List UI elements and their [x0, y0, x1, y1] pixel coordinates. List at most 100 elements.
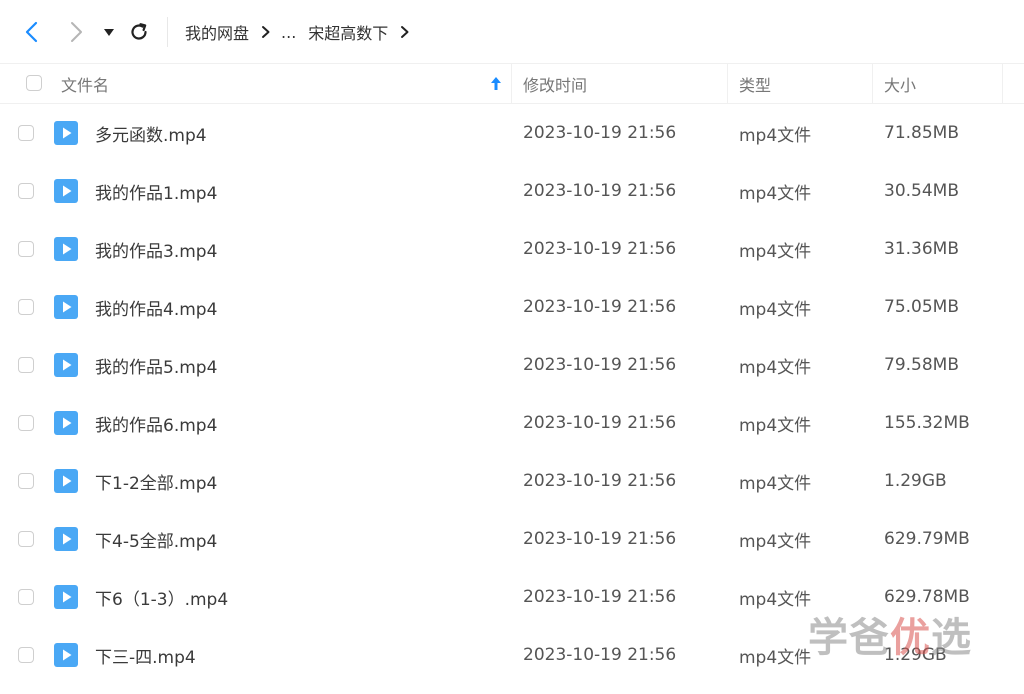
video-file-icon: [54, 179, 78, 203]
file-size: 31.36MB: [884, 239, 959, 259]
file-size: 75.05MB: [884, 297, 959, 317]
table-row[interactable]: 下4-5全部.mp4 2023-10-19 21:56 mp4文件 629.79MB: [0, 510, 1024, 568]
video-file-icon: [54, 585, 78, 609]
video-file-icon: [54, 411, 78, 435]
file-size: 79.58MB: [884, 355, 959, 375]
file-modified-time: 2023-10-19 21:56: [523, 529, 677, 549]
file-name[interactable]: 下4-5全部.mp4: [95, 510, 495, 568]
table-header: 文件名 修改时间 类型 大小: [0, 64, 1024, 104]
file-type: mp4文件: [739, 125, 812, 146]
file-size: 71.85MB: [884, 123, 959, 143]
file-modified-time: 2023-10-19 21:56: [523, 239, 677, 259]
video-file-icon: [54, 237, 78, 261]
table-row[interactable]: 我的作品1.mp4 2023-10-19 21:56 mp4文件 30.54MB: [0, 162, 1024, 220]
file-size: 1.29GB: [884, 645, 947, 665]
column-header-modified-label: 修改时间: [523, 76, 588, 95]
file-modified-time: 2023-10-19 21:56: [523, 181, 677, 201]
column-header-modified[interactable]: 修改时间: [523, 64, 723, 104]
breadcrumb-current[interactable]: 宋超高数下: [308, 20, 388, 44]
table-row[interactable]: 下1-2全部.mp4 2023-10-19 21:56 mp4文件 1.29GB: [0, 452, 1024, 510]
forward-button[interactable]: [64, 20, 88, 44]
file-name[interactable]: 我的作品5.mp4: [95, 336, 495, 394]
sort-ascending-icon[interactable]: [490, 76, 502, 92]
history-dropdown-button[interactable]: [102, 26, 116, 40]
column-header-size[interactable]: 大小: [884, 64, 994, 104]
file-name[interactable]: 我的作品6.mp4: [95, 394, 495, 452]
column-header-name-label: 文件名: [61, 76, 110, 95]
file-name[interactable]: 下1-2全部.mp4: [95, 452, 495, 510]
file-type: mp4文件: [739, 589, 812, 610]
row-checkbox[interactable]: [18, 589, 34, 605]
file-type: mp4文件: [739, 415, 812, 436]
file-type: mp4文件: [739, 357, 812, 378]
file-size: 629.78MB: [884, 587, 970, 607]
column-header-name[interactable]: 文件名: [61, 64, 501, 104]
video-file-icon: [54, 643, 78, 667]
breadcrumb-separator-icon: [400, 25, 410, 39]
column-header-size-label: 大小: [884, 76, 917, 95]
navigation-bar: 我的网盘 ... 宋超高数下: [0, 0, 1024, 64]
file-size: 155.32MB: [884, 413, 970, 433]
file-type: mp4文件: [739, 473, 812, 494]
table-row[interactable]: 多元函数.mp4 2023-10-19 21:56 mp4文件 71.85MB: [0, 104, 1024, 162]
video-file-icon: [54, 353, 78, 377]
file-type: mp4文件: [739, 241, 812, 262]
breadcrumb-root[interactable]: 我的网盘: [185, 20, 249, 44]
video-file-icon: [54, 295, 78, 319]
column-header-type[interactable]: 类型: [739, 64, 869, 104]
file-type: mp4文件: [739, 299, 812, 320]
table-row[interactable]: 我的作品3.mp4 2023-10-19 21:56 mp4文件 31.36MB: [0, 220, 1024, 278]
select-all-checkbox[interactable]: [26, 75, 42, 91]
file-type: mp4文件: [739, 183, 812, 204]
file-modified-time: 2023-10-19 21:56: [523, 413, 677, 433]
file-modified-time: 2023-10-19 21:56: [523, 587, 677, 607]
file-modified-time: 2023-10-19 21:56: [523, 123, 677, 143]
file-name[interactable]: 下6（1-3）.mp4: [95, 568, 495, 626]
row-checkbox[interactable]: [18, 125, 34, 141]
file-modified-time: 2023-10-19 21:56: [523, 297, 677, 317]
refresh-icon: [131, 23, 147, 40]
row-checkbox[interactable]: [18, 357, 34, 373]
table-row[interactable]: 下三-四.mp4 2023-10-19 21:56 mp4文件 1.29GB: [0, 626, 1024, 684]
column-divider: [511, 64, 512, 104]
breadcrumb-separator-icon: [261, 25, 271, 39]
column-divider: [872, 64, 873, 104]
nav-divider: [167, 17, 168, 47]
column-header-type-label: 类型: [739, 76, 772, 95]
file-name[interactable]: 我的作品3.mp4: [95, 220, 495, 278]
file-name[interactable]: 我的作品1.mp4: [95, 162, 495, 220]
video-file-icon: [54, 469, 78, 493]
file-size: 30.54MB: [884, 181, 959, 201]
table-row[interactable]: 下6（1-3）.mp4 2023-10-19 21:56 mp4文件 629.78MB: [0, 568, 1024, 626]
file-name[interactable]: 我的作品4.mp4: [95, 278, 495, 336]
file-modified-time: 2023-10-19 21:56: [523, 355, 677, 375]
row-checkbox[interactable]: [18, 647, 34, 663]
caret-down-icon: [104, 29, 114, 36]
table-row[interactable]: 我的作品6.mp4 2023-10-19 21:56 mp4文件 155.32MB: [0, 394, 1024, 452]
column-divider: [727, 64, 728, 104]
file-name[interactable]: 下三-四.mp4: [95, 626, 495, 684]
file-type: mp4文件: [739, 647, 812, 668]
row-checkbox[interactable]: [18, 299, 34, 315]
row-checkbox[interactable]: [18, 415, 34, 431]
back-button[interactable]: [20, 20, 44, 44]
row-checkbox[interactable]: [18, 531, 34, 547]
breadcrumb-ellipsis[interactable]: ...: [281, 23, 296, 42]
table-row[interactable]: 我的作品4.mp4 2023-10-19 21:56 mp4文件 75.05MB: [0, 278, 1024, 336]
row-checkbox[interactable]: [18, 241, 34, 257]
refresh-button[interactable]: [128, 21, 150, 43]
file-name[interactable]: 多元函数.mp4: [95, 104, 495, 162]
file-size: 1.29GB: [884, 471, 947, 491]
file-modified-time: 2023-10-19 21:56: [523, 645, 677, 665]
column-divider: [1002, 64, 1003, 104]
file-modified-time: 2023-10-19 21:56: [523, 471, 677, 491]
table-row[interactable]: 我的作品5.mp4 2023-10-19 21:56 mp4文件 79.58MB: [0, 336, 1024, 394]
chevron-right-icon: [71, 22, 82, 42]
chevron-left-icon: [25, 21, 38, 43]
file-size: 629.79MB: [884, 529, 970, 549]
video-file-icon: [54, 121, 78, 145]
row-checkbox[interactable]: [18, 183, 34, 199]
video-file-icon: [54, 527, 78, 551]
row-checkbox[interactable]: [18, 473, 34, 489]
breadcrumb: 我的网盘 ... 宋超高数下: [185, 20, 420, 44]
